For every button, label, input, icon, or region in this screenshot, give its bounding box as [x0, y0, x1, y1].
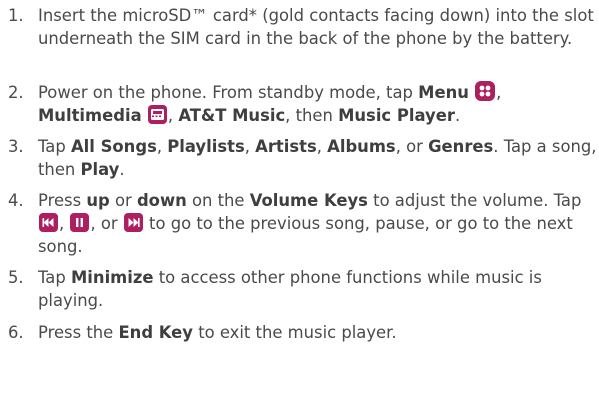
step-1-text: Insert the microSD™ card* (gold contacts…	[38, 6, 594, 48]
genres-label: Genres	[428, 137, 494, 156]
att-music-label: AT&T Music	[178, 106, 286, 125]
minimize-label: Minimize	[70, 268, 154, 287]
step-2-text-e: .	[454, 106, 461, 125]
step-3-text-d: ,	[316, 137, 328, 156]
step-3-text-b: ,	[156, 137, 168, 156]
step-text: Tap All Songs, Playlists, Artists, Album…	[38, 135, 598, 181]
step-4-text-c: on the	[186, 191, 250, 210]
step-4-text-f: , or	[90, 214, 118, 233]
step-number: 6.	[8, 323, 24, 342]
step-number: 3.	[8, 137, 24, 156]
step-number: 4.	[8, 191, 24, 210]
step-text: Press up or down on the Volume Keys to a…	[38, 189, 598, 258]
step-6: 6. Press the End Key to exit the music p…	[8, 321, 598, 344]
previous-song-icon	[39, 213, 58, 232]
menu-grid-icon	[475, 81, 496, 101]
step-2: 2. Power on the phone. From standby mode…	[8, 81, 598, 127]
step-2-text-c: ,	[167, 106, 179, 125]
multimedia-film-icon	[147, 105, 167, 124]
multimedia-label: Multimedia	[38, 106, 142, 125]
end-key-label: End Key	[118, 323, 193, 342]
music-player-label: Music Player	[338, 106, 455, 125]
all-songs-label: All Songs	[70, 137, 157, 156]
up-label: up	[86, 191, 110, 210]
step-4: 4. Press up or down on the Volume Keys t…	[8, 189, 598, 258]
pause-icon	[70, 213, 90, 232]
albums-label: Albums	[327, 137, 396, 156]
step-number: 5.	[8, 268, 24, 287]
step-4-text-g: to go to the previous song, pause, or go…	[38, 214, 573, 256]
step-3-text-a: Tap	[38, 137, 71, 156]
down-label: down	[136, 191, 187, 210]
step-5-text-a: Tap	[38, 268, 71, 287]
playlists-label: Playlists	[167, 137, 245, 156]
step-2-text-a: Power on the phone. From standby mode, t…	[38, 83, 419, 102]
menu-label: Menu	[418, 83, 469, 102]
step-number: 1.	[8, 6, 24, 25]
step-3-text-g: .	[119, 160, 125, 179]
step-text: Power on the phone. From standby mode, t…	[38, 81, 598, 127]
step-number: 2.	[8, 83, 24, 102]
step-4-text-e: ,	[59, 214, 65, 233]
step-6-text-a: Press the	[38, 323, 119, 342]
play-label: Play	[80, 160, 120, 179]
step-3-text-e: , or	[395, 137, 429, 156]
artists-label: Artists	[255, 137, 317, 156]
step-4-text-b: or	[109, 191, 137, 210]
volume-keys-label: Volume Keys	[249, 191, 368, 210]
step-1: 1. Insert the microSD™ card* (gold conta…	[8, 4, 598, 50]
step-4-text-d: to adjust the volume. Tap	[367, 191, 582, 210]
step-text: Press the End Key to exit the music play…	[38, 321, 598, 344]
step-2-text-b: ,	[496, 83, 502, 102]
step-5: 5. Tap Minimize to access other phone fu…	[8, 266, 598, 312]
music-instructions-page: 1. Insert the microSD™ card* (gold conta…	[0, 0, 599, 402]
next-song-icon	[123, 213, 143, 232]
step-3-text-c: ,	[244, 137, 256, 156]
step-text: Tap Minimize to access other phone funct…	[38, 266, 598, 312]
step-6-text-b: to exit the music player.	[193, 323, 397, 342]
step-3: 3. Tap All Songs, Playlists, Artists, Al…	[8, 135, 598, 181]
step-4-text-a: Press	[38, 191, 87, 210]
step-2-text-d: , then	[285, 106, 339, 125]
step-text: Insert the microSD™ card* (gold contacts…	[38, 4, 598, 50]
